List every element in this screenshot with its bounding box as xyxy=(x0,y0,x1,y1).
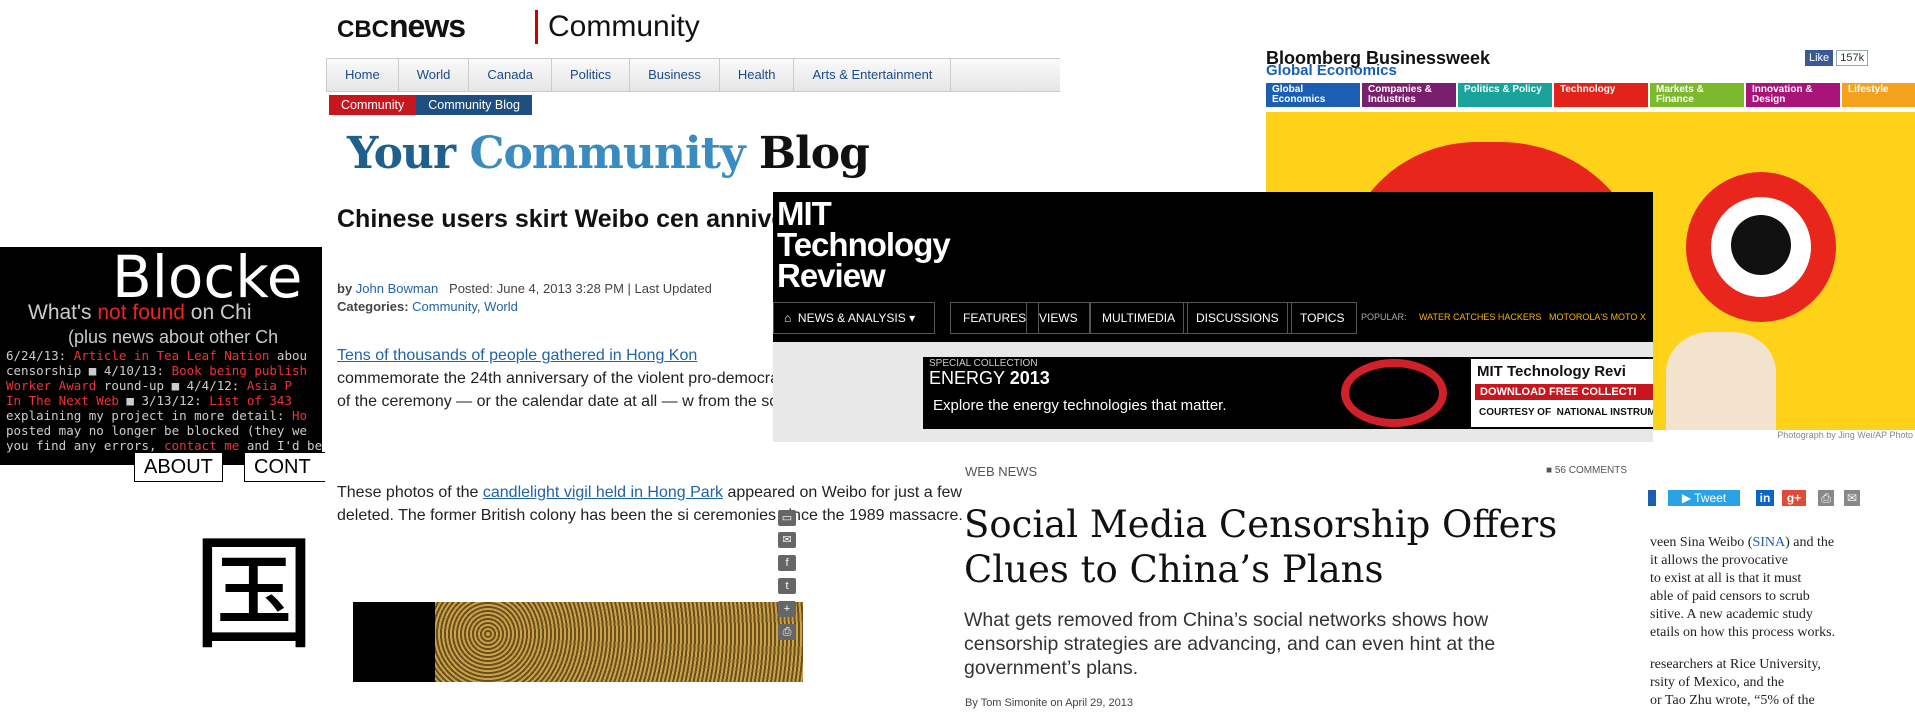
bloomberg-article-text: ▶ Tweet in g+ ⎙ ✉ veen Sina Weibo (SINA)… xyxy=(1648,480,1915,714)
popular-link-2[interactable]: MOTOROLA'S MOTO X xyxy=(1549,302,1646,332)
email-icon[interactable]: ✉ xyxy=(1844,490,1860,506)
plus-icon[interactable]: + xyxy=(778,601,796,617)
twitter-icon: ▶ xyxy=(1681,491,1692,505)
cbc-nav-bar: Home World Canada Politics Business Health Art… xyxy=(326,58,1060,92)
bloomberg-tab-technology[interactable]: Technology xyxy=(1554,83,1648,107)
photo-caption: Photograph by Jing Wei/AP Photo xyxy=(1777,430,1913,440)
article-byline: By Tom Simonite on April 29, 2013 xyxy=(965,697,1133,709)
article-body-line: etails on how this process works. xyxy=(1650,625,1836,640)
article-body: veen Sina Weibo (SINA) and the it allows … xyxy=(1650,534,1915,710)
candlelight-vigil-link[interactable]: candlelight vigil held in Hong Park xyxy=(483,484,723,501)
category-world-link[interactable]: World xyxy=(484,299,518,314)
article-body-line: researchers at Rice University, xyxy=(1650,657,1821,672)
cbc-nav-health[interactable]: Health xyxy=(720,59,795,91)
mit-technology-review-header: MIT Technology Review ⌂ NEWS & ANALYSIS ▾ … xyxy=(773,192,1653,442)
article-body-line: rsity of Mexico, and the xyxy=(1650,675,1785,690)
print-icon[interactable]: ⎙ xyxy=(778,624,796,640)
comments-link[interactable]: ■ 56 COMMENTS xyxy=(1546,465,1627,476)
article-meta: by John Bowman Posted: June 4, 2013 3:28… xyxy=(337,281,712,314)
print-icon[interactable]: ⎙ xyxy=(1818,490,1834,506)
nav-views[interactable]: VIEWS xyxy=(1026,302,1091,334)
blocked-news-line: you find any errors, contact me and I'd … xyxy=(6,438,322,453)
blocked-news-line: posted may no longer be blocked (they we xyxy=(6,423,308,438)
article-title: Social Media Censorship Offers Clues to … xyxy=(964,503,1558,591)
comment-icon: ■ xyxy=(1546,465,1553,476)
bloomberg-section: Global Economics xyxy=(1266,62,1397,79)
bloomberg-tab-politics-policy[interactable]: Politics & Policy xyxy=(1458,83,1552,107)
bloomberg-tab-companies-industries[interactable]: Companies & Industries xyxy=(1362,83,1456,107)
author-link[interactable]: John Bowman xyxy=(356,281,438,296)
mit-article: WEB NEWS ■ 56 COMMENTS Social Media Cens… xyxy=(964,450,1664,714)
bloomberg-tab-global-economics[interactable]: Global Economics xyxy=(1266,83,1360,107)
breadcrumb: Community Community Blog xyxy=(329,95,532,115)
mit-logo[interactable]: MIT Technology Review xyxy=(777,197,951,292)
download-button[interactable]: DOWNLOAD FREE COLLECTI xyxy=(1475,384,1653,400)
about-button[interactable]: ABOUT xyxy=(134,452,223,482)
cbc-nav-home[interactable]: Home xyxy=(327,59,399,91)
nav-news-analysis[interactable]: ⌂ NEWS & ANALYSIS ▾ xyxy=(773,302,935,334)
cbc-nav-arts-entertainment[interactable]: Arts & Entertainment xyxy=(794,59,952,91)
article-paragraph-2: These photos of the candlelight vigil he… xyxy=(337,484,1046,524)
blocked-news-line: 6/24/13: Article in Tea Leaf Nation abou xyxy=(6,348,308,363)
cbc-nav-world[interactable]: World xyxy=(399,59,470,91)
linkedin-icon[interactable]: in xyxy=(1756,490,1774,506)
bloomberg-tab-innovation-design[interactable]: Innovation & Design xyxy=(1746,83,1840,107)
article-body-line: veen Sina Weibo (SINA) and the xyxy=(1650,535,1835,550)
blocked-title: Blocke xyxy=(112,247,303,311)
eye-shape xyxy=(1686,172,1836,322)
nav-topics[interactable]: TOPICS xyxy=(1287,302,1358,334)
blog-banner: Your Community Blog xyxy=(347,128,870,179)
article-section[interactable]: WEB NEWS xyxy=(965,464,1037,479)
like-count: 157k xyxy=(1836,50,1869,66)
home-icon: ⌂ xyxy=(784,311,792,325)
like-button[interactable]: Like xyxy=(1805,50,1834,66)
tens-of-thousands-link[interactable]: Tens of thousands of people gathered in … xyxy=(337,347,697,364)
comment-icon[interactable]: ▭ xyxy=(778,510,796,526)
article-body-line: sitive. A new academic study xyxy=(1650,607,1813,622)
article-body-line: to exist at all is that it must xyxy=(1650,571,1802,586)
category-community-link[interactable]: Community xyxy=(412,299,477,314)
blocked-subtitle-2: (plus news about other Ch xyxy=(68,327,279,347)
nav-discussions[interactable]: DISCUSSIONS xyxy=(1183,302,1292,334)
article-body-line: able of paid censors to scrub xyxy=(1650,589,1810,604)
article-body-line: it allows the provocative xyxy=(1650,553,1789,568)
cbc-section-title: Community xyxy=(535,10,700,44)
article-photo xyxy=(353,602,803,682)
bloomberg-nav: Global Economics Companies & Industries Po… xyxy=(1266,83,1915,107)
breadcrumb-community[interactable]: Community xyxy=(329,95,417,115)
energy-2013-ad[interactable]: SPECIAL COLLECTION ENERGY 2013 Explore t… xyxy=(923,357,1653,429)
blocked-news-line: explaining my project in more detail: Ho xyxy=(6,408,308,423)
popular-label: POPULAR: xyxy=(1361,312,1407,322)
bloomberg-tab-lifestyle[interactable]: Lifestyle xyxy=(1842,83,1915,107)
email-icon[interactable]: ✉ xyxy=(778,532,796,548)
chinese-character: 国 xyxy=(192,523,317,667)
blocked-news-line: In The Next Web ■ 3/13/12: List of 343 xyxy=(6,393,292,408)
mit-nav-bar: ⌂ NEWS & ANALYSIS ▾ FEATURES VIEWS MULTI… xyxy=(773,302,1653,334)
article-dek: What gets removed from China’s social ne… xyxy=(964,609,1496,679)
facebook-icon[interactable]: f xyxy=(778,555,796,571)
article-body-line: or Tao Zhu wrote, “5% of the xyxy=(1650,693,1815,708)
facebook-like[interactable]: Like 157k xyxy=(1805,50,1869,66)
nav-multimedia[interactable]: MULTIMEDIA xyxy=(1089,302,1189,334)
cbc-logo[interactable]: CBCnews xyxy=(337,8,466,45)
twitter-icon[interactable]: t xyxy=(778,578,796,594)
tweet-button[interactable]: ▶ Tweet xyxy=(1668,490,1740,506)
cbc-nav-business[interactable]: Business xyxy=(630,59,720,91)
cbc-nav-canada[interactable]: Canada xyxy=(469,59,552,91)
google-plus-icon[interactable]: g+ xyxy=(1782,490,1806,506)
blocked-subtitle: What's not found on Chi xyxy=(28,301,252,324)
article-body-line xyxy=(1650,642,1915,656)
power-icon xyxy=(1341,359,1447,427)
blocked-news-line: Worker Award round-up ■ 4/4/12: Asia P xyxy=(6,378,292,393)
sina-ticker-link[interactable]: SINA xyxy=(1752,535,1785,550)
popular-link-1[interactable]: WATER CATCHES HACKERS xyxy=(1419,302,1541,332)
blocked-news-list: 6/24/13: Article in Tea Leaf Nation abou… xyxy=(6,348,322,453)
blocked-news-line: censorship ■ 4/10/13: Book being publish xyxy=(6,363,308,378)
bloomberg-tab-markets-finance[interactable]: Markets & Finance xyxy=(1650,83,1744,107)
breadcrumb-community-blog[interactable]: Community Blog xyxy=(416,95,532,115)
blocked-on-weibo-panel: Blocke What's not found on Chi (plus new… xyxy=(0,247,322,465)
cbc-nav-politics[interactable]: Politics xyxy=(552,59,631,91)
person-photo xyxy=(1666,332,1776,430)
